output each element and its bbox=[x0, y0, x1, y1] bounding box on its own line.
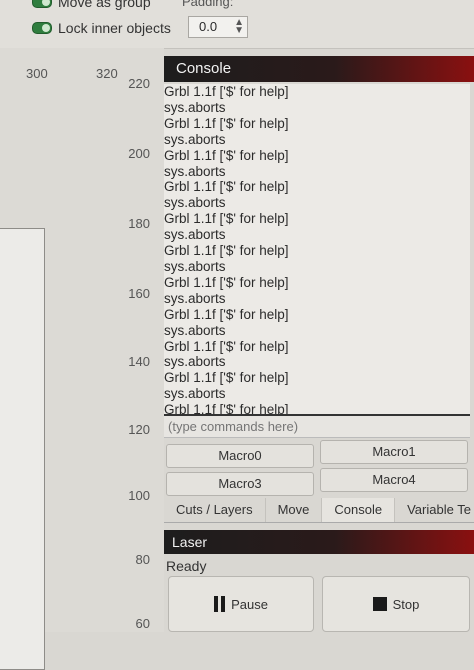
ruler-v-label: 220 bbox=[128, 76, 150, 91]
log-line: Grbl 1.1f ['$' for help] bbox=[164, 402, 289, 416]
console-title: Console bbox=[164, 56, 474, 82]
lock-inner-objects-toggle[interactable] bbox=[32, 22, 52, 34]
padding-label: Padding: bbox=[182, 0, 234, 9]
pause-label: Pause bbox=[231, 596, 268, 612]
ruler-v-label: 100 bbox=[128, 488, 150, 503]
toolbar: Move as group Lock inner objects Padding… bbox=[0, 0, 474, 49]
log-line: sys.aborts bbox=[164, 227, 226, 243]
laser-title: Laser bbox=[164, 530, 474, 554]
ruler-v-label: 200 bbox=[128, 146, 150, 161]
stop-label: Stop bbox=[392, 596, 420, 612]
ruler-v-label: 140 bbox=[128, 354, 150, 369]
move-as-group-label: Move as group bbox=[58, 0, 151, 10]
log-line: Grbl 1.1f ['$' for help] bbox=[164, 115, 289, 131]
log-line: sys.aborts bbox=[164, 386, 226, 402]
macro3-button[interactable]: Macro3 bbox=[166, 472, 314, 496]
ruler-v-label: 180 bbox=[128, 216, 150, 231]
padding-value: 0.0 bbox=[199, 19, 218, 34]
right-panel: Console Grbl 1.1f ['$' for help] sys.abo… bbox=[164, 48, 474, 632]
tab-move[interactable]: Move bbox=[266, 498, 323, 522]
log-line: sys.aborts bbox=[164, 322, 226, 338]
lock-inner-objects-row[interactable]: Lock inner objects bbox=[32, 20, 171, 36]
ruler-h-label: 300 bbox=[26, 66, 48, 81]
log-line: Grbl 1.1f ['$' for help] bbox=[164, 338, 289, 354]
work-area-outline bbox=[0, 228, 45, 670]
lock-inner-objects-label: Lock inner objects bbox=[58, 20, 171, 36]
padding-input[interactable]: 0.0 ▲ ▼ bbox=[188, 16, 248, 38]
tab-variable-text[interactable]: Variable Te bbox=[395, 498, 474, 522]
laser-status: Ready bbox=[166, 558, 207, 574]
log-line: sys.aborts bbox=[164, 290, 226, 306]
log-line: sys.aborts bbox=[164, 131, 226, 147]
log-line: Grbl 1.1f ['$' for help] bbox=[164, 243, 289, 259]
log-line: Grbl 1.1f ['$' for help] bbox=[164, 179, 289, 195]
log-line: Grbl 1.1f ['$' for help] bbox=[164, 147, 289, 163]
tab-console[interactable]: Console bbox=[322, 498, 396, 522]
console-log[interactable]: Grbl 1.1f ['$' for help] sys.aborts Grbl… bbox=[164, 84, 470, 416]
log-line: Grbl 1.1f ['$' for help] bbox=[164, 274, 289, 290]
log-line: sys.aborts bbox=[164, 354, 226, 370]
stop-icon bbox=[372, 597, 387, 611]
move-as-group-row[interactable]: Move as group bbox=[32, 0, 151, 10]
tab-cuts-layers[interactable]: Cuts / Layers bbox=[164, 498, 266, 522]
log-line: sys.aborts bbox=[164, 99, 226, 115]
log-line: sys.aborts bbox=[164, 195, 226, 211]
padding-spinner-icon[interactable]: ▲ ▼ bbox=[234, 18, 244, 36]
log-line: Grbl 1.1f ['$' for help] bbox=[164, 306, 289, 322]
log-line: Grbl 1.1f ['$' for help] bbox=[164, 211, 289, 227]
log-line: sys.aborts bbox=[164, 163, 226, 179]
macro1-button[interactable]: Macro1 bbox=[320, 440, 468, 464]
move-as-group-toggle[interactable] bbox=[32, 0, 52, 8]
ruler-v-label: 120 bbox=[128, 422, 150, 437]
macro0-button[interactable]: Macro0 bbox=[166, 444, 314, 468]
console-command-input[interactable] bbox=[164, 416, 470, 438]
ruler-v-label: 60 bbox=[135, 616, 150, 631]
ruler-v-label: 80 bbox=[135, 552, 150, 567]
log-line: Grbl 1.1f ['$' for help] bbox=[164, 370, 289, 386]
design-canvas[interactable]: 300 320 220 200 180 160 140 120 100 80 6… bbox=[0, 48, 164, 670]
log-line: sys.aborts bbox=[164, 258, 226, 274]
pause-icon bbox=[214, 596, 226, 612]
panel-tabs: Cuts / Layers Move Console Variable Te bbox=[164, 498, 474, 523]
stop-button[interactable]: Stop bbox=[322, 576, 470, 632]
pause-button[interactable]: Pause bbox=[168, 576, 314, 632]
ruler-h-label: 320 bbox=[96, 66, 118, 81]
macro4-button[interactable]: Macro4 bbox=[320, 468, 468, 492]
log-line: Grbl 1.1f ['$' for help] bbox=[164, 84, 289, 99]
ruler-v-label: 160 bbox=[128, 286, 150, 301]
